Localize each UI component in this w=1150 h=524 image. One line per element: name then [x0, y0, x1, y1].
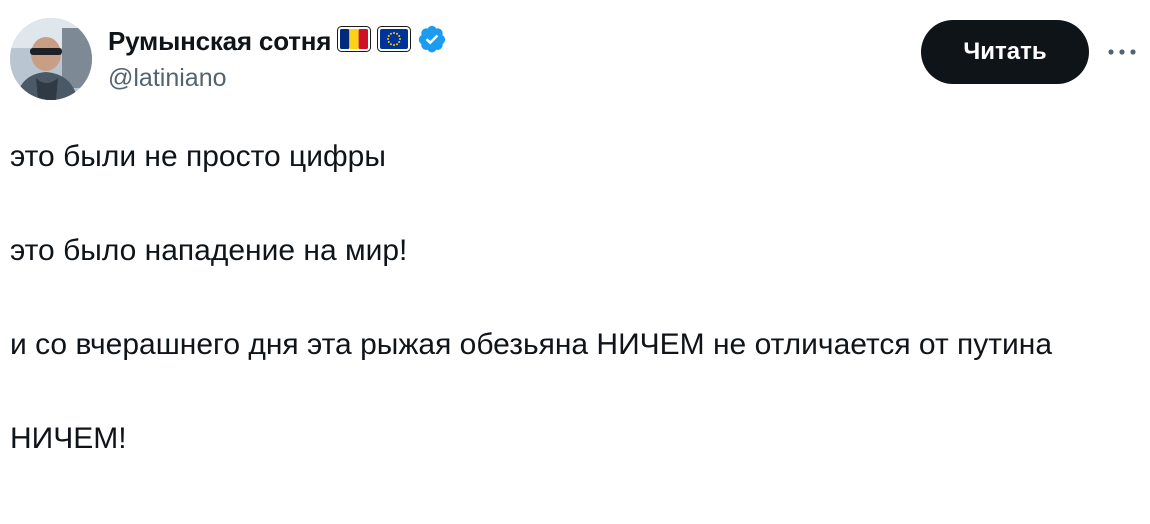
follow-button[interactable]: Читать: [921, 20, 1089, 84]
post-paragraph: и со вчерашнего дня эта рыжая обезьяна Н…: [10, 328, 1053, 361]
display-name[interactable]: Румынская сотня: [108, 26, 331, 57]
romania-flag-icon: [337, 25, 372, 57]
author-handle[interactable]: @latiniano: [108, 64, 227, 93]
avatar-photo-icon: [10, 18, 92, 100]
post-paragraph: НИЧЕМ!: [10, 422, 127, 455]
post-paragraph: это были не просто цифры: [10, 140, 386, 173]
verified-badge-icon[interactable]: [417, 24, 447, 59]
avatar[interactable]: [10, 18, 92, 100]
post-paragraph: это было нападение на мир!: [10, 234, 408, 267]
author-name-row: Румынская сотня: [108, 24, 447, 58]
post-text: это были не просто цифры это было нападе…: [10, 133, 1130, 462]
eu-flag-icon: [377, 25, 412, 57]
more-dots-icon[interactable]: [1105, 38, 1139, 66]
